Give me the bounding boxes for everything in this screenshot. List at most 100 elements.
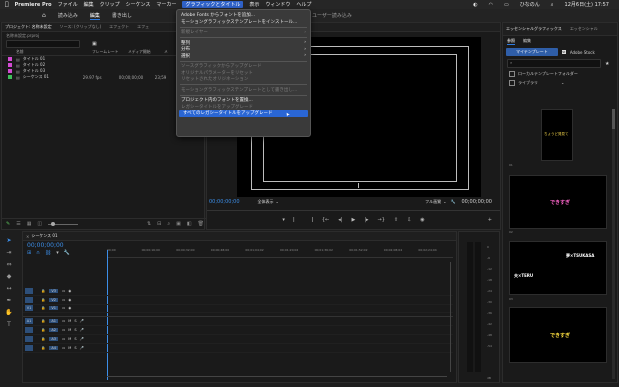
audio-track[interactable]: 🔒 A2 ▭ M S 🎤 (23, 326, 453, 335)
menu-item[interactable]: 選択 › (177, 53, 310, 60)
mute-button[interactable]: M (68, 319, 71, 323)
source-patch[interactable] (25, 335, 33, 342)
zoom-slider[interactable] (48, 221, 79, 226)
step-back-icon[interactable]: ◂| (338, 217, 342, 223)
timeline-scroll-h[interactable] (107, 376, 447, 380)
eg-title[interactable]: エッセンシャルグラフィックス (506, 26, 562, 32)
sync-lock-icon[interactable]: ▭ (62, 298, 65, 302)
audio-track[interactable]: 🔒 A3 ▭ M S 🎤 (23, 335, 453, 344)
snap-icon[interactable]: ∩ (36, 250, 40, 256)
sync-lock-icon[interactable]: ▭ (62, 319, 65, 323)
solo-button[interactable]: S (74, 337, 76, 341)
menu-graphics-titles[interactable]: グラフィックとタイトル (182, 1, 244, 8)
source-patch[interactable] (25, 296, 33, 303)
header-start[interactable]: メディア開始 (128, 49, 164, 55)
mic-icon[interactable]: 🎤 (80, 346, 84, 350)
menu-item[interactable]: モーショングラフィックステンプレートをインストール... (177, 19, 310, 26)
go-to-in-icon[interactable]: {← (322, 217, 329, 223)
lock-icon[interactable]: 🔒 (41, 337, 45, 341)
header-end[interactable]: メ (164, 49, 168, 55)
video-track[interactable]: V1 🔒 V1 ▭ ◉ (23, 305, 453, 314)
tab-export[interactable]: 書き出し (112, 12, 132, 19)
eg-search-input[interactable]: ⌕ (507, 59, 601, 68)
wrench-icon[interactable]: 🔧 (451, 199, 456, 204)
button-editor-icon[interactable]: + (488, 217, 492, 223)
lock-icon[interactable]: 🔒 (41, 289, 45, 293)
template-thumb[interactable]: できすぎ (509, 175, 607, 229)
my-templates-button[interactable]: マイテンプレート (506, 48, 558, 56)
icon-view-icon[interactable]: ▦ (27, 221, 32, 227)
eg-edit-tab[interactable]: 編集 (523, 38, 531, 44)
sort-icon[interactable]: ⇅ (147, 221, 151, 227)
list-view-icon[interactable]: ☰ (16, 221, 20, 227)
menu-clip[interactable]: クリップ (100, 1, 120, 8)
mic-icon[interactable]: 🎤 (80, 328, 84, 332)
library-checkbox[interactable] (509, 79, 515, 86)
template-thumb[interactable]: 夢×TSUKASA 夫×TERU (509, 241, 607, 295)
pencil-icon[interactable]: ✎ (6, 221, 10, 227)
sync-lock-icon[interactable]: ▭ (62, 328, 65, 332)
project-search-input[interactable] (6, 39, 80, 48)
menu-sequence[interactable]: シーケンス (126, 1, 151, 8)
automate-icon[interactable]: ⊟ (157, 221, 161, 227)
mic-icon[interactable]: 🎤 (80, 337, 84, 341)
source-patch[interactable]: V1 (25, 305, 33, 312)
freeform-view-icon[interactable]: ◫ (37, 221, 42, 227)
program-scrub-bar[interactable] (207, 207, 500, 211)
selection-tool-icon[interactable]: ➤ (6, 237, 11, 244)
eg-tab2[interactable]: エッセンシャル (570, 26, 598, 32)
template-thumb[interactable]: できすぎ (509, 307, 607, 363)
source-patch[interactable] (25, 287, 33, 294)
mute-button[interactable]: M (68, 337, 71, 341)
menu-window[interactable]: ウィンドウ (265, 1, 290, 8)
linked-icon[interactable]: ⛓ (45, 250, 51, 256)
menu-marker[interactable]: マーカー (156, 1, 176, 8)
play-icon[interactable]: ▶ (351, 217, 355, 223)
menu-view[interactable]: 表示 (249, 1, 259, 8)
timeline-ruler[interactable]: 00;00 00;00;16;00 00;00;32;00 00;00;48;00 00… (107, 247, 453, 258)
marker-icon[interactable]: ▾ (56, 250, 59, 256)
sync-lock-icon[interactable]: ▭ (62, 346, 65, 350)
timeline-wrench-icon[interactable]: 🔧 (64, 250, 70, 256)
tab-source[interactable]: ソース: (クリップなし) (60, 24, 102, 30)
header-name[interactable]: 名前 (16, 49, 92, 55)
home-icon[interactable]: ⌂ (42, 12, 46, 19)
lift-icon[interactable]: ⇪ (394, 217, 398, 223)
mark-out-icon[interactable]: ⎹ (308, 217, 313, 223)
mark-in-icon[interactable]: ⎸ (294, 217, 299, 223)
mute-button[interactable]: M (68, 328, 71, 332)
audio-track[interactable]: 🔒 A4 ▭ M S 🎤 (23, 344, 453, 353)
new-bin-icon[interactable]: ▣ (92, 41, 97, 47)
slip-tool-icon[interactable]: ↔ (6, 285, 11, 292)
lock-icon[interactable]: 🔒 (41, 346, 45, 350)
source-patch[interactable] (25, 327, 33, 334)
eye-icon[interactable]: ◉ (68, 298, 71, 302)
mute-button[interactable]: M (68, 346, 71, 350)
new-bin-bottom-icon[interactable]: ▣ (176, 221, 181, 227)
fit-chevron-icon[interactable]: ⌄ (276, 199, 279, 204)
source-patch[interactable]: A1 (25, 318, 33, 325)
app-menu[interactable]: Premiere Pro (15, 2, 52, 8)
project-item[interactable]: ▤ シーケンス 01 29.97 fps 00;00;00;00 23;59 (2, 74, 204, 80)
control-center-icon[interactable]: ◐ (473, 2, 477, 8)
solo-button[interactable]: S (74, 328, 76, 332)
hand-tool-icon[interactable]: ✋ (5, 309, 12, 316)
export-frame-icon[interactable]: ◉ (420, 217, 424, 223)
step-forward-icon[interactable]: |▸ (364, 217, 368, 223)
user-name[interactable]: ひなのん (520, 1, 540, 8)
extract-icon[interactable]: ⇩ (407, 217, 411, 223)
nest-icon[interactable]: ⊞ (27, 250, 31, 256)
eg-scrollbar[interactable] (612, 109, 615, 379)
lock-icon[interactable]: 🔒 (41, 319, 45, 323)
menu-file[interactable]: ファイル (58, 1, 78, 8)
eg-browse-tab[interactable]: 参照 (507, 38, 515, 45)
sync-lock-icon[interactable]: ▭ (62, 337, 65, 341)
fit-select[interactable]: 全体表示 (258, 199, 274, 205)
quality-select[interactable]: フル画質 (425, 199, 441, 205)
quality-chevron-icon[interactable]: ⌄ (443, 199, 446, 204)
wifi-icon[interactable]: ◠ (489, 2, 493, 8)
sync-lock-icon[interactable]: ▭ (62, 306, 65, 310)
timeline-timecode[interactable]: 00;00;00;00 (27, 242, 64, 249)
local-folder-checkbox[interactable] (509, 70, 515, 77)
video-track[interactable]: 🔒 V2 ▭ ◉ (23, 296, 453, 305)
